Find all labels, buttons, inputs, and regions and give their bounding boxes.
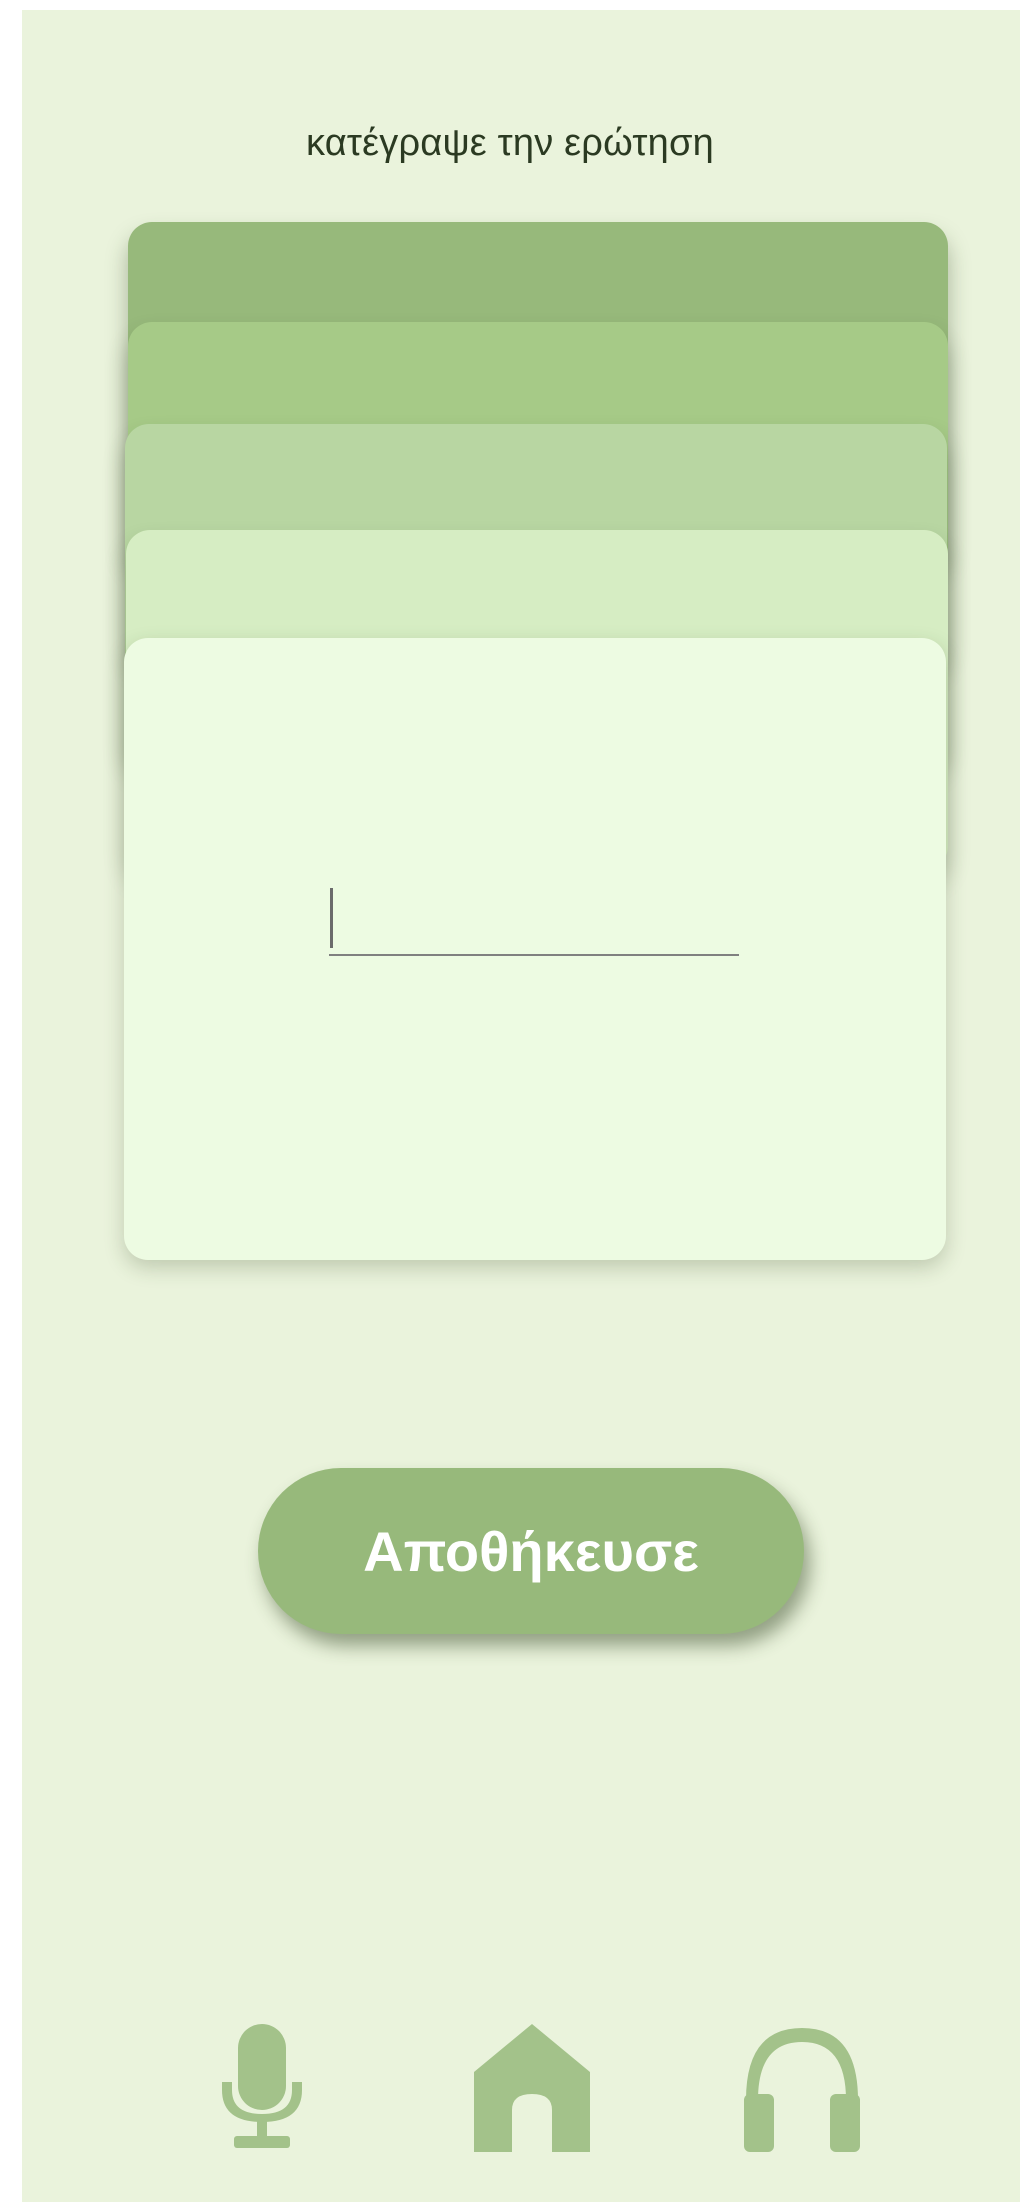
question-input[interactable] [329, 884, 739, 956]
question-card [124, 638, 946, 1260]
text-cursor [330, 888, 333, 948]
save-button[interactable]: Αποθήκευσε [258, 1468, 804, 1634]
headphones-icon[interactable] [742, 2024, 862, 2159]
microphone-icon[interactable] [212, 2024, 312, 2159]
home-icon[interactable] [472, 2024, 592, 2159]
page-title: κατέγραψε την ερώτηση [306, 122, 714, 164]
